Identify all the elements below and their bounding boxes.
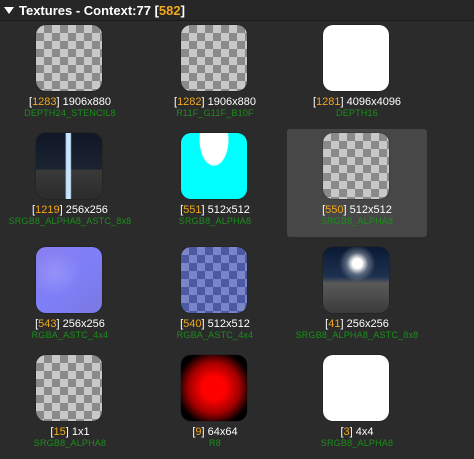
texture-item[interactable]: [1282] 1906x880 R11F_G11F_B10F [145,21,285,129]
texture-thumbnail[interactable] [36,25,102,91]
texture-dimensions: 1x1 [71,426,90,438]
texture-size-label: [15] 1x1 [50,426,90,438]
texture-id: 540 [183,318,202,330]
texture-size-label: [9] 64x64 [192,426,238,438]
texture-thumbnail[interactable] [323,133,389,199]
texture-dimensions: 256x256 [65,204,108,216]
texture-thumbnail[interactable] [36,247,102,313]
texture-format-label: SRGB8_ALPHA8_ASTC_8x8 [8,216,132,226]
texture-format-label: SRGB8_ALPHA8 [178,216,252,226]
texture-id: 543 [38,318,57,330]
texture-item[interactable]: [9] 64x64 R8 [145,351,285,459]
texture-item[interactable]: [1281] 4096x4096 DEPTH16 [287,21,427,129]
texture-id: 550 [325,204,344,216]
collapse-triangle-icon[interactable] [4,6,14,14]
texture-thumbnail[interactable] [181,133,247,199]
texture-format-label: RGBA_ASTC_4x4 [176,330,254,340]
texture-dimensions: 256x256 [346,318,389,330]
texture-id: 15 [53,426,66,438]
texture-format-label: DEPTH24_STENCIL8 [24,108,116,118]
texture-thumbnail[interactable] [323,355,389,421]
texture-item[interactable]: [550] 512x512 SRGB8_ALPHA8 [287,129,427,237]
texture-item[interactable]: [41] 256x256 SRGB8_ALPHA8_ASTC_8x8 [287,243,427,351]
texture-item[interactable]: [1219] 256x256 SRGB8_ALPHA8_ASTC_8x8 [0,129,140,237]
texture-thumbnail[interactable] [323,25,389,91]
texture-dimensions: 1906x880 [62,96,111,108]
texture-format-label: DEPTH16 [336,108,378,118]
texture-format-label: R8 [209,438,221,448]
header-bracket: ] [180,2,185,18]
texture-count: 582 [158,2,181,18]
texture-thumbnail[interactable] [181,355,247,421]
texture-size-label: [1219] 256x256 [32,204,108,216]
texture-id: 1281 [316,96,341,108]
texture-dimensions: 4096x4096 [346,96,402,108]
texture-size-label: [543] 256x256 [35,318,105,330]
texture-size-label: [1281] 4096x4096 [312,96,402,108]
texture-id: 1219 [35,204,60,216]
texture-dimensions: 4x4 [355,426,374,438]
texture-size-label: [1282] 1906x880 [174,96,256,108]
texture-id: 551 [183,204,202,216]
texture-dimensions: 512x512 [207,318,250,330]
texture-id: 1282 [177,96,202,108]
texture-size-label: [551] 512x512 [180,204,250,216]
texture-size-label: [3] 4x4 [340,426,374,438]
texture-item[interactable]: [3] 4x4 SRGB8_ALPHA8 [287,351,427,459]
texture-format-label: RGBA_ASTC_4x4 [31,330,109,340]
texture-dimensions: 512x512 [207,204,250,216]
texture-thumbnail[interactable] [36,133,102,199]
texture-item[interactable]: [551] 512x512 SRGB8_ALPHA8 [145,129,285,237]
texture-item[interactable]: [540] 512x512 RGBA_ASTC_4x4 [145,243,285,351]
texture-id: 1283 [32,96,57,108]
texture-format-label: SRGB8_ALPHA8 [33,438,107,448]
texture-thumbnail[interactable] [181,25,247,91]
texture-dimensions: 1906x880 [207,96,256,108]
header-title: Textures - Context:77 [ [19,2,159,18]
texture-thumbnail[interactable] [181,247,247,313]
texture-dimensions: 512x512 [349,204,392,216]
texture-size-label: [41] 256x256 [325,318,389,330]
texture-size-label: [540] 512x512 [180,318,250,330]
texture-dimensions: 64x64 [207,426,238,438]
texture-size-label: [550] 512x512 [322,204,392,216]
texture-format-label: R11F_G11F_B10F [176,108,254,118]
texture-id: 41 [328,318,341,330]
texture-format-label: SRGB8_ALPHA8_ASTC_8x8 [295,330,419,340]
texture-thumbnail[interactable] [323,247,389,313]
textures-section-header[interactable]: Textures - Context:77 [582] [0,0,474,21]
texture-size-label: [1283] 1906x880 [29,96,111,108]
texture-format-label: SRGB8_ALPHA8 [320,216,394,226]
texture-dimensions: 256x256 [62,318,105,330]
texture-item[interactable]: [15] 1x1 SRGB8_ALPHA8 [0,351,140,459]
texture-thumbnail[interactable] [36,355,102,421]
texture-item[interactable]: [543] 256x256 RGBA_ASTC_4x4 [0,243,140,351]
texture-item[interactable]: [1283] 1906x880 DEPTH24_STENCIL8 [0,21,140,129]
texture-format-label: SRGB8_ALPHA8 [320,438,394,448]
